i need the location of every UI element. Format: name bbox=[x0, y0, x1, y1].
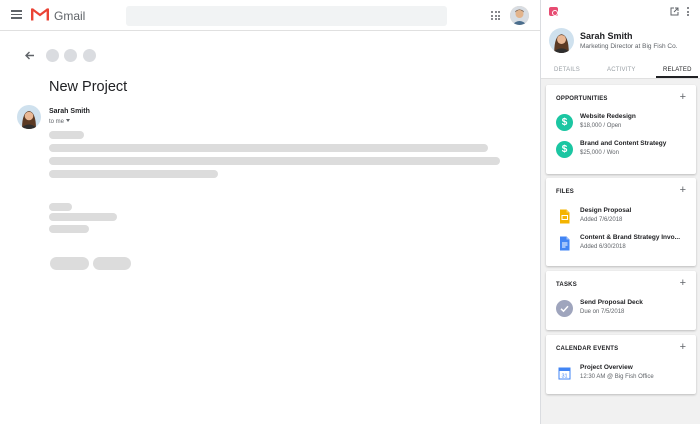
body-placeholder-line bbox=[49, 157, 500, 165]
sender-name: Sarah Smith bbox=[49, 108, 90, 115]
google-calendar-icon: 31 bbox=[558, 367, 571, 380]
recipient-label: to me bbox=[49, 119, 65, 125]
tab-details[interactable]: DETAILS bbox=[554, 67, 580, 73]
active-tab-indicator bbox=[656, 76, 698, 78]
main-menu-icon[interactable] bbox=[11, 10, 22, 19]
card-title: TASKS bbox=[556, 282, 577, 288]
crm-sidebar: Sarah Smith Marketing Director at Big Fi… bbox=[540, 0, 700, 424]
body-placeholder-line bbox=[49, 144, 488, 152]
app-title[interactable]: Gmail bbox=[54, 9, 85, 23]
toolbar-action-button[interactable] bbox=[83, 49, 96, 62]
signature-placeholder-line bbox=[49, 213, 117, 221]
email-subject: New Project bbox=[49, 79, 128, 95]
item-name: Send Proposal Deck bbox=[580, 299, 643, 306]
gmail-header: Gmail bbox=[0, 0, 540, 31]
list-item[interactable]: Design Proposal Added 7/6/2018 bbox=[556, 206, 691, 228]
contact-title: Marketing Director at Big Fish Co. bbox=[580, 43, 678, 50]
account-avatar[interactable] bbox=[510, 6, 529, 25]
recipient-details[interactable]: to me bbox=[49, 119, 71, 125]
files-card: FILES + Design Proposal Added 7/6/2018 C… bbox=[546, 178, 696, 266]
google-docs-icon bbox=[560, 236, 570, 251]
item-detail: Added 6/30/2018 bbox=[580, 243, 626, 250]
item-name: Design Proposal bbox=[580, 207, 632, 214]
card-title: CALENDAR EVENTS bbox=[556, 346, 619, 352]
contact-avatar bbox=[549, 28, 574, 53]
list-item[interactable]: $ Website Redesign $18,000 / Open bbox=[556, 112, 691, 134]
sender-avatar[interactable] bbox=[17, 105, 41, 129]
search-input[interactable] bbox=[126, 6, 447, 26]
signature-placeholder-line bbox=[49, 203, 72, 211]
item-name: Brand and Content Strategy bbox=[580, 140, 667, 147]
item-detail: Due on 7/5/2018 bbox=[580, 308, 625, 315]
tab-activity[interactable]: ACTIVITY bbox=[607, 67, 636, 73]
body-placeholder-line bbox=[49, 131, 84, 139]
list-item[interactable]: Send Proposal Deck Due on 7/5/2018 bbox=[556, 298, 691, 320]
body-placeholder-line bbox=[49, 170, 218, 178]
add-opportunity-icon[interactable]: + bbox=[680, 92, 686, 103]
opportunities-card: OPPORTUNITIES + $ Website Redesign $18,0… bbox=[546, 85, 696, 174]
item-name: Website Redesign bbox=[580, 113, 636, 120]
contact-name: Sarah Smith bbox=[580, 31, 633, 41]
dollar-icon: $ bbox=[556, 114, 573, 131]
completed-check-icon[interactable] bbox=[556, 300, 573, 317]
item-detail: 12:30 AM @ Big Fish Office bbox=[580, 373, 654, 380]
list-item[interactable]: $ Brand and Content Strategy $25,000 / W… bbox=[556, 139, 691, 161]
add-file-icon[interactable]: + bbox=[680, 185, 686, 196]
contact-header: Sarah Smith Marketing Director at Big Fi… bbox=[541, 0, 700, 79]
tasks-card: TASKS + Send Proposal Deck Due on 7/5/20… bbox=[546, 271, 696, 330]
chevron-down-icon[interactable] bbox=[66, 119, 71, 122]
item-name: Content & Brand Strategy Invo... bbox=[580, 234, 681, 241]
card-title: FILES bbox=[556, 189, 575, 195]
back-arrow-icon[interactable] bbox=[24, 50, 35, 61]
toolbar-action-button[interactable] bbox=[64, 49, 77, 62]
toolbar-action-button[interactable] bbox=[46, 49, 59, 62]
google-slides-icon bbox=[560, 209, 570, 224]
open-external-icon[interactable] bbox=[670, 7, 679, 16]
signature-placeholder-line bbox=[49, 225, 89, 233]
item-detail: Added 7/6/2018 bbox=[580, 216, 623, 223]
gmail-window: Gmail New Project Sarah Smith to me bbox=[0, 0, 540, 424]
card-title: OPPORTUNITIES bbox=[556, 96, 608, 102]
tab-related[interactable]: RELATED bbox=[663, 67, 692, 73]
google-apps-icon[interactable] bbox=[491, 11, 500, 20]
reply-button-placeholder[interactable] bbox=[50, 257, 89, 270]
calendar-events-card: CALENDAR EVENTS + 31 Project Overview 12… bbox=[546, 335, 696, 394]
calendar-day-label: 31 bbox=[561, 374, 567, 380]
forward-button-placeholder[interactable] bbox=[93, 257, 131, 270]
gmail-logo-icon[interactable] bbox=[31, 8, 49, 21]
dollar-icon: $ bbox=[556, 141, 573, 158]
crm-logo-icon[interactable] bbox=[549, 7, 558, 16]
list-item[interactable]: 31 Project Overview 12:30 AM @ Big Fish … bbox=[556, 363, 691, 385]
item-detail: $18,000 / Open bbox=[580, 122, 622, 129]
add-task-icon[interactable]: + bbox=[680, 278, 686, 289]
list-item[interactable]: Content & Brand Strategy Invo... Added 6… bbox=[556, 233, 691, 255]
item-detail: $25,000 / Won bbox=[580, 149, 619, 156]
item-name: Project Overview bbox=[580, 364, 633, 371]
add-event-icon[interactable]: + bbox=[680, 342, 686, 353]
more-vert-icon[interactable] bbox=[687, 7, 690, 18]
